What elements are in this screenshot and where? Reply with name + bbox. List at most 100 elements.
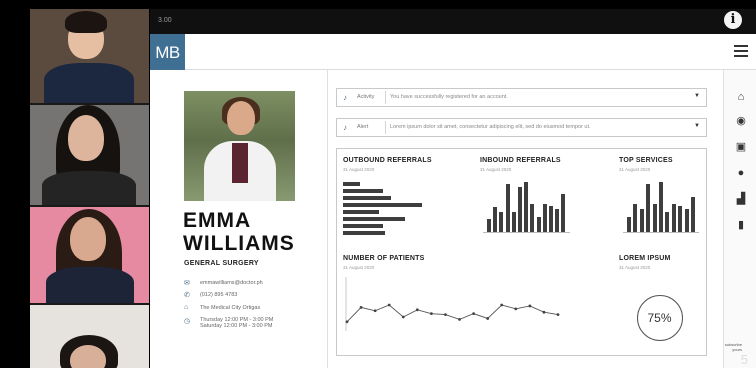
outbound-bar xyxy=(343,189,383,193)
outbound-date: 31 August 2020 xyxy=(343,167,375,172)
outbound-title: OUTBOUND REFERRALS xyxy=(343,157,432,164)
inbound-bar xyxy=(487,219,491,232)
meeting-window: 3.00 i MB ⌂ ◉ ▣ ● ▟ ▮ EMMA WILLIAMS GENE… xyxy=(0,0,756,368)
panel-divider xyxy=(327,70,328,368)
services-bar xyxy=(652,204,657,232)
phone-text: (012) 895 4783 xyxy=(200,291,238,298)
services-bar xyxy=(633,204,638,232)
chart-icon[interactable]: ▟ xyxy=(734,192,748,206)
participant-list xyxy=(30,9,149,368)
watermark: subscribe yours xyxy=(724,342,742,352)
calendar-icon[interactable]: ▣ xyxy=(734,140,748,154)
inbound-title: INBOUND REFERRALS xyxy=(480,157,561,164)
patients-point xyxy=(486,317,490,320)
user-icon[interactable]: ● xyxy=(734,166,748,180)
patients-point xyxy=(345,320,349,324)
inbound-bar-axis xyxy=(483,232,570,233)
services-date: 31 August 2020 xyxy=(619,167,651,172)
patients-point xyxy=(514,307,518,311)
slide-number: 5 xyxy=(740,352,748,367)
inbound-bar xyxy=(555,209,560,232)
contact-hours: ◷ Thursday 12:00 PM - 3:00 PM Saturday 1… xyxy=(184,317,273,329)
bell-icon: ♪ xyxy=(343,123,347,132)
phone-icon: ✆ xyxy=(184,292,190,299)
activity-text: You have successfully registered for an … xyxy=(390,94,508,100)
home-icon[interactable]: ⌂ xyxy=(734,90,748,104)
services-bar xyxy=(659,182,663,232)
clock-icon: ◷ xyxy=(184,318,191,325)
participant-tile[interactable] xyxy=(30,9,149,103)
services-bar xyxy=(678,206,683,232)
outbound-bar xyxy=(343,182,360,186)
activity-dropdown[interactable]: ♪ Activity You have successfully registe… xyxy=(336,88,707,107)
patients-point xyxy=(401,315,405,319)
services-title: TOP SERVICES xyxy=(619,157,673,164)
patients-point xyxy=(528,304,532,308)
inbound-date: 31 August 2020 xyxy=(480,167,512,172)
patients-point xyxy=(430,312,433,316)
patients-point xyxy=(458,318,461,321)
version-label: 3.00 xyxy=(158,17,172,24)
services-bar xyxy=(665,212,670,232)
services-bar xyxy=(639,209,644,232)
outbound-bar xyxy=(343,196,391,200)
document-icon[interactable]: ▮ xyxy=(734,218,748,232)
building-icon: ⌂ xyxy=(184,304,189,311)
outbound-bar xyxy=(343,210,379,214)
contact-email: ✉ emmawilliams@doctor.ph xyxy=(184,279,263,287)
patients-point xyxy=(556,313,560,316)
bell-icon: ♪ xyxy=(343,93,347,102)
gauge-value: 75% xyxy=(647,311,672,325)
chevron-down-icon[interactable]: ▼ xyxy=(694,93,700,99)
shared-screen: 3.00 i MB ⌂ ◉ ▣ ● ▟ ▮ EMMA WILLIAMS GENE… xyxy=(150,9,756,368)
hours-line-2: Saturday 12:00 PM - 3:00 PM xyxy=(200,323,273,329)
participant-tile[interactable] xyxy=(30,305,149,368)
services-bar xyxy=(691,197,695,232)
inbound-bar xyxy=(542,204,547,232)
inbound-bar xyxy=(518,187,522,232)
hamburger-menu-icon[interactable] xyxy=(734,45,748,57)
inbound-bar xyxy=(493,207,498,232)
patients-point xyxy=(500,303,504,307)
title-bar: 3.00 i xyxy=(150,9,756,34)
inbound-bar xyxy=(511,212,516,232)
doctor-name: EMMA WILLIAMS xyxy=(183,209,295,255)
email-text: emmawilliams@doctor.ph xyxy=(200,279,263,286)
patients-point xyxy=(542,310,546,314)
patients-line-chart xyxy=(345,277,560,331)
mail-icon: ✉ xyxy=(184,280,190,287)
patients-point xyxy=(359,306,363,309)
contact-phone: ✆ (012) 895 4783 xyxy=(184,291,238,299)
contact-location: ⌂ The Medical City Ortigas xyxy=(184,304,260,311)
patients-point xyxy=(373,309,377,313)
alert-label: Alert xyxy=(357,124,369,130)
outbound-bar xyxy=(343,203,422,207)
inbound-bar xyxy=(505,184,510,232)
inbound-bar xyxy=(524,182,529,232)
alert-dropdown[interactable]: ♪ Alert Lorem ipsum dolor sit amet, cons… xyxy=(336,118,707,137)
location-text: The Medical City Ortigas xyxy=(200,304,261,311)
doctor-last-name: WILLIAMS xyxy=(183,232,295,255)
chevron-down-icon[interactable]: ▼ xyxy=(694,123,700,129)
inbound-bar xyxy=(561,194,566,232)
services-bar-axis xyxy=(623,232,700,233)
percentage-gauge: 75% xyxy=(637,295,683,341)
doctor-photo xyxy=(184,91,295,201)
participant-tile[interactable] xyxy=(30,207,149,303)
activity-label: Activity xyxy=(357,94,375,100)
right-nav-rail: ⌂ ◉ ▣ ● ▟ ▮ xyxy=(723,70,756,368)
info-icon[interactable]: i xyxy=(724,11,742,29)
doctor-first-name: EMMA xyxy=(183,209,252,232)
patients-point xyxy=(444,313,447,316)
inbound-bar xyxy=(549,206,553,232)
patients-point xyxy=(472,312,475,316)
compass-icon[interactable]: ◉ xyxy=(734,114,748,128)
inbound-bar xyxy=(530,204,535,232)
outbound-bar xyxy=(343,231,385,235)
patients-point xyxy=(387,303,391,307)
outbound-bar xyxy=(343,217,405,221)
patients-date: 31 August 2020 xyxy=(343,265,375,270)
app-logo[interactable]: MB xyxy=(150,34,185,70)
participant-tile[interactable] xyxy=(30,105,149,205)
services-bar xyxy=(646,184,651,232)
